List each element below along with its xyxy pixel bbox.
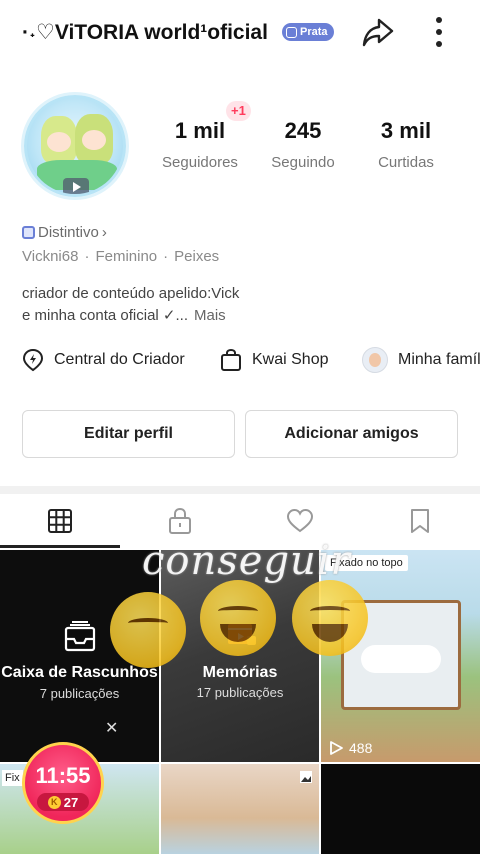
play-outline-icon <box>330 741 343 755</box>
distintivo-icon <box>22 226 35 239</box>
pinned-label: Fix <box>2 770 23 786</box>
sticker-text: conseguir <box>142 538 351 584</box>
memories-title: Memórias <box>202 664 278 681</box>
grid-icon <box>48 509 72 533</box>
coin-icon: K <box>47 795 61 809</box>
active-tab-indicator <box>0 545 120 548</box>
video-tile[interactable] <box>161 764 319 854</box>
tab-saved[interactable] <box>360 494 480 548</box>
stat-followers[interactable]: 1 mil Seguidores <box>145 118 255 171</box>
view-count: 488 <box>329 740 372 756</box>
view-count-value: 488 <box>349 740 373 756</box>
stat-value: 1 mil <box>174 118 226 143</box>
shortcut-kwai-shop[interactable]: Kwai Shop <box>220 345 329 375</box>
stat-likes[interactable]: 3 mil Curtidas <box>351 118 461 171</box>
section-divider <box>0 486 480 494</box>
drafts-title: Caixa de Rascunhos <box>1 664 158 681</box>
avatar-face <box>47 132 71 152</box>
reward-timer-widget[interactable]: 11:55 K 27 <box>22 742 104 824</box>
shortcut-row: Central do Criador Kwai Shop Minha famíl… <box>0 345 480 377</box>
badge-gem-icon <box>286 26 297 38</box>
coin-count: 27 <box>63 794 79 810</box>
laughing-emoji-sticker <box>292 580 368 656</box>
emoji-eyes <box>310 606 350 616</box>
distintivo-link[interactable]: Distintivo › <box>22 224 107 241</box>
kiss-emoji-sticker <box>110 592 186 668</box>
coin-balance: K 27 <box>37 793 89 811</box>
shortcut-creator-center[interactable]: Central do Criador <box>22 345 185 375</box>
stat-value: 3 mil <box>380 118 432 143</box>
video-thumbnail-cloud <box>361 645 441 673</box>
stat-label: Seguindo <box>271 154 335 171</box>
lightning-pin-icon <box>22 348 44 372</box>
gender: Feminino <box>95 248 158 265</box>
zodiac-sign: Peixes <box>174 248 220 265</box>
shopping-bag-icon <box>221 348 241 371</box>
profile-title: ·˖♡ViTORIA world¹oficial <box>22 21 268 44</box>
share-arrow-icon[interactable] <box>360 14 396 50</box>
edit-profile-button[interactable]: Editar perfil <box>22 410 235 458</box>
image-post-icon <box>300 771 312 783</box>
shortcut-label: Central do Criador <box>54 351 185 368</box>
memories-count: 17 publicações <box>196 685 284 700</box>
stat-label: Seguidores <box>162 154 238 171</box>
profile-meta: Vickni68 · Feminino · Peixes <box>22 248 220 265</box>
profile-avatar[interactable] <box>24 95 126 197</box>
chevron-right-icon: › <box>101 224 107 241</box>
top-bar: ·˖♡ViTORIA world¹oficial Prata <box>0 0 480 66</box>
add-friends-button[interactable]: Adicionar amigos <box>245 410 458 458</box>
timer-value: 11:55 <box>35 763 91 788</box>
level-badge-label: Prata <box>300 26 328 38</box>
bio-line: criador de conteúdo apelido:Vick <box>22 285 240 302</box>
stat-value: 245 <box>284 118 322 143</box>
shortcut-label: Kwai Shop <box>252 351 329 368</box>
heart-icon <box>286 508 314 533</box>
emoji-eyes <box>128 618 168 628</box>
shortcut-my-family[interactable]: Minha família <box>362 345 480 375</box>
play-icon <box>63 178 89 194</box>
stat-label: Curtidas <box>378 154 434 171</box>
family-avatar-icon <box>362 347 388 373</box>
inbox-tray-icon <box>64 621 96 652</box>
video-tile[interactable] <box>321 764 480 854</box>
emoji-mouth <box>220 624 256 642</box>
bio-line: e minha conta oficial ✓... <box>22 307 188 324</box>
level-badge[interactable]: Prata <box>282 23 334 41</box>
emoji-eyes <box>218 606 258 616</box>
profile-bio: criador de conteúdo apelido:Vick e minha… <box>22 283 462 327</box>
drafts-count: 7 publicações <box>39 686 120 701</box>
emoji-mouth <box>312 624 348 642</box>
bookmark-icon <box>411 509 429 533</box>
distintivo-label: Distintivo <box>38 224 99 241</box>
tab-posts[interactable] <box>0 494 120 548</box>
bio-more-link[interactable]: Mais <box>194 307 226 324</box>
shortcut-label: Minha família <box>398 351 480 368</box>
username: Vickni68 <box>22 248 79 265</box>
close-icon[interactable]: ✕ <box>105 718 118 738</box>
lock-icon <box>169 507 191 534</box>
stat-following[interactable]: 245 Seguindo <box>248 118 358 171</box>
laughing-emoji-sticker <box>200 580 276 656</box>
vertical-dots-icon[interactable] <box>425 14 453 50</box>
avatar-face <box>82 130 106 150</box>
